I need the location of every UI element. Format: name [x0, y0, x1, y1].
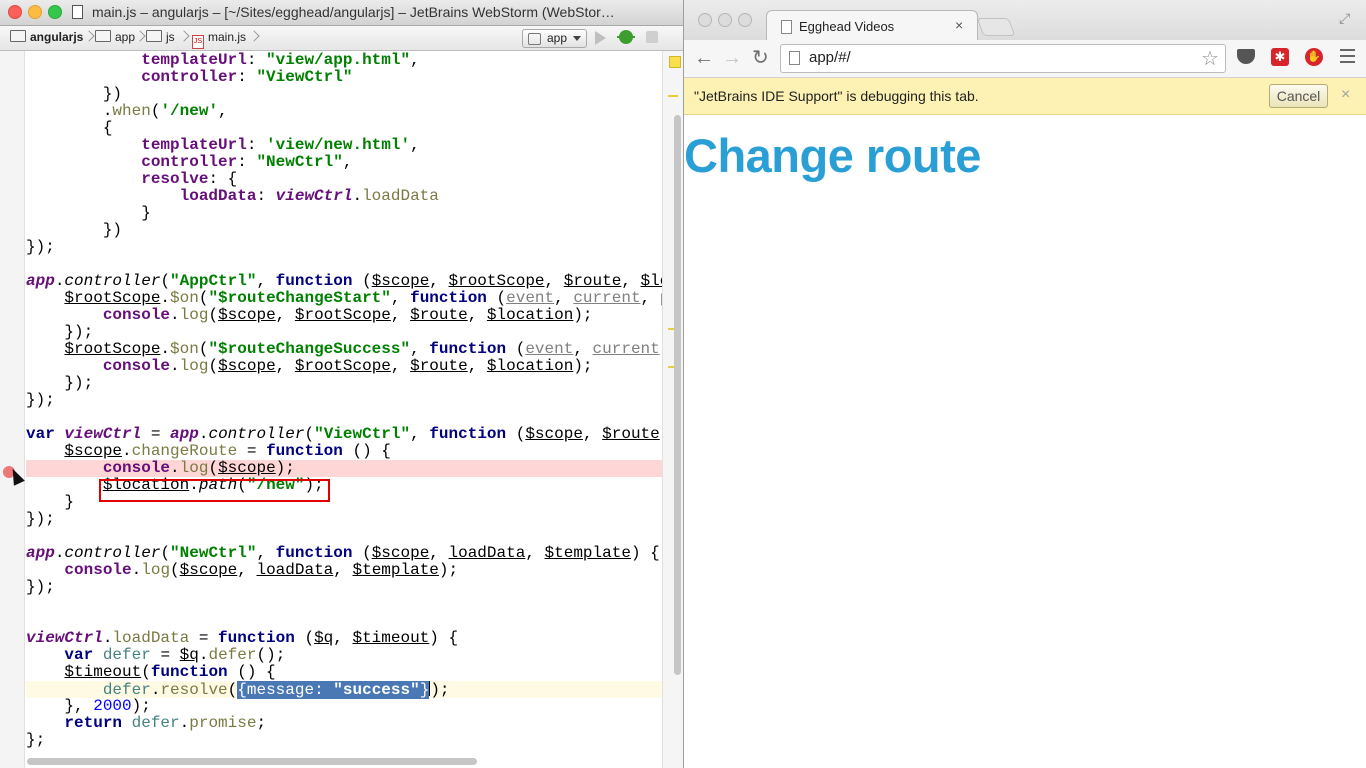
code-line: }; [26, 731, 46, 749]
vertical-scrollbar[interactable] [674, 115, 681, 675]
code-line: }); [26, 391, 55, 409]
forward-arrow-icon[interactable]: → [722, 48, 742, 68]
close-icon[interactable]: × [955, 17, 963, 33]
change-route-heading[interactable]: Change route [684, 128, 981, 183]
code-line: resolve: { [141, 170, 238, 188]
code-line: app.controller("NewCtrl", function ($sco… [26, 544, 660, 562]
current-line: defer.resolve({message: "success"}); [26, 681, 662, 699]
code-line: console.log($scope, loadData, $template)… [64, 561, 459, 579]
code-line: } [26, 204, 151, 222]
code-line: return defer.promise; [64, 714, 267, 732]
breakpoint-line: console.log($scope); [26, 460, 662, 477]
code-line: }); [26, 510, 55, 528]
fullscreen-icon[interactable]: ⤢ [1339, 10, 1350, 27]
page-icon [781, 20, 792, 34]
code-line: var viewCtrl = app.controller("ViewCtrl"… [26, 425, 660, 443]
code-line: console.log($scope, $rootScope, $route, … [102, 306, 593, 324]
stop-button[interactable] [646, 31, 658, 43]
code-line: console.log($scope, $rootScope, $route, … [102, 357, 593, 375]
code-line: viewCtrl.loadData = function ($q, $timeo… [26, 629, 459, 647]
reload-icon[interactable]: ↻ [752, 48, 769, 68]
code-line: $timeout(function () { [64, 663, 276, 681]
code-line: .when('/new', [26, 102, 228, 120]
zoom-window-button[interactable] [48, 5, 62, 19]
close-window-button[interactable] [698, 13, 712, 27]
ide-titlebar: main.js – angularjs – [~/Sites/egghead/a… [0, 0, 683, 26]
code-line: var defer = $q.defer(); [64, 646, 286, 664]
configuration-icon [528, 33, 541, 45]
code-line: controller: "ViewCtrl" [141, 68, 353, 86]
text-selection: {message: "success"} [237, 681, 430, 699]
code-line: }, 2000); [26, 697, 151, 715]
folder-icon [146, 30, 162, 42]
code-line: }); [26, 238, 55, 256]
horizontal-scrollbar[interactable] [27, 758, 477, 765]
code-line: loadData: viewCtrl.loadData [179, 187, 439, 205]
new-tab-button[interactable] [976, 18, 1016, 36]
code-editor[interactable]: templateUrl: "view/app.html", controller… [26, 52, 662, 757]
code-line: }) [26, 221, 123, 239]
analysis-status-icon[interactable] [669, 56, 681, 68]
highlight-box [99, 479, 330, 502]
run-button[interactable] [595, 31, 606, 45]
code-line: }); [26, 323, 94, 341]
chrome-window: Egghead Videos × ⤢ ← → ↻ app/#/ ☆ ✱ ✋ "J… [683, 0, 1366, 768]
minimize-window-button[interactable] [28, 5, 42, 19]
breadcrumb-item-app[interactable]: app [95, 30, 135, 44]
code-line: app.controller("AppCtrl", function ($sco… [26, 272, 662, 290]
close-icon[interactable]: × [1341, 86, 1350, 104]
ide-window-title: main.js – angularjs – [~/Sites/egghead/a… [92, 4, 615, 20]
chevron-right-icon [134, 30, 146, 42]
warning-mark[interactable] [668, 95, 678, 97]
code-line: { [26, 119, 113, 137]
js-file-icon: JS [192, 35, 204, 49]
code-line: $rootScope.$on("$routeChangeStart", func… [64, 289, 662, 307]
code-line: }) [26, 85, 123, 103]
debugging-infobar: "JetBrains IDE Support" is debugging thi… [684, 78, 1366, 115]
page-icon [789, 51, 800, 65]
back-arrow-icon[interactable]: ← [694, 48, 714, 68]
folder-icon [95, 30, 111, 42]
breadcrumb-item-js[interactable]: js [146, 30, 175, 44]
code-line: }); [26, 578, 55, 596]
breadcrumb: angularjs app js JS main.js app [0, 26, 683, 51]
code-line: templateUrl: 'view/new.html', [141, 136, 420, 154]
zoom-window-button[interactable] [738, 13, 752, 27]
code-line: }); [26, 374, 94, 392]
chevron-right-icon [83, 30, 95, 42]
pocket-extension-icon[interactable] [1237, 49, 1255, 64]
minimize-window-button[interactable] [718, 13, 732, 27]
tab-egghead-videos[interactable]: Egghead Videos × [766, 10, 978, 41]
tab-bar: Egghead Videos × ⤢ [684, 0, 1366, 41]
code-line: $scope.changeRoute = function () { [64, 442, 391, 460]
code-line: controller: "NewCtrl", [141, 153, 353, 171]
webstorm-window: main.js – angularjs – [~/Sites/egghead/a… [0, 0, 683, 768]
debug-bug-icon[interactable] [617, 30, 635, 44]
close-window-button[interactable] [8, 5, 22, 19]
code-line: $rootScope.$on("$routeChangeSuccess", fu… [64, 340, 660, 358]
cancel-button[interactable]: Cancel [1269, 84, 1328, 108]
breadcrumb-item-main-js[interactable]: JS main.js [192, 30, 246, 49]
infobar-message: "JetBrains IDE Support" is debugging thi… [694, 88, 979, 104]
chevron-down-icon [573, 36, 581, 41]
star-icon[interactable]: ☆ [1201, 46, 1219, 71]
folder-icon [10, 30, 26, 42]
chevron-right-icon [178, 30, 190, 42]
lastpass-extension-icon[interactable]: ✱ [1271, 48, 1289, 66]
address-bar[interactable]: app/#/ ☆ [780, 44, 1226, 73]
chevron-right-icon [248, 30, 260, 42]
run-configuration-dropdown[interactable]: app [522, 29, 587, 48]
document-icon [72, 5, 83, 19]
breadcrumb-item-angularjs[interactable]: angularjs [10, 30, 83, 44]
browser-toolbar: ← → ↻ app/#/ ☆ ✱ ✋ [684, 40, 1366, 78]
code-line: templateUrl: "view/app.html", [141, 52, 420, 69]
menu-icon[interactable] [1340, 49, 1355, 67]
editor-gutter[interactable] [0, 51, 25, 768]
adblock-extension-icon[interactable]: ✋ [1305, 48, 1323, 66]
